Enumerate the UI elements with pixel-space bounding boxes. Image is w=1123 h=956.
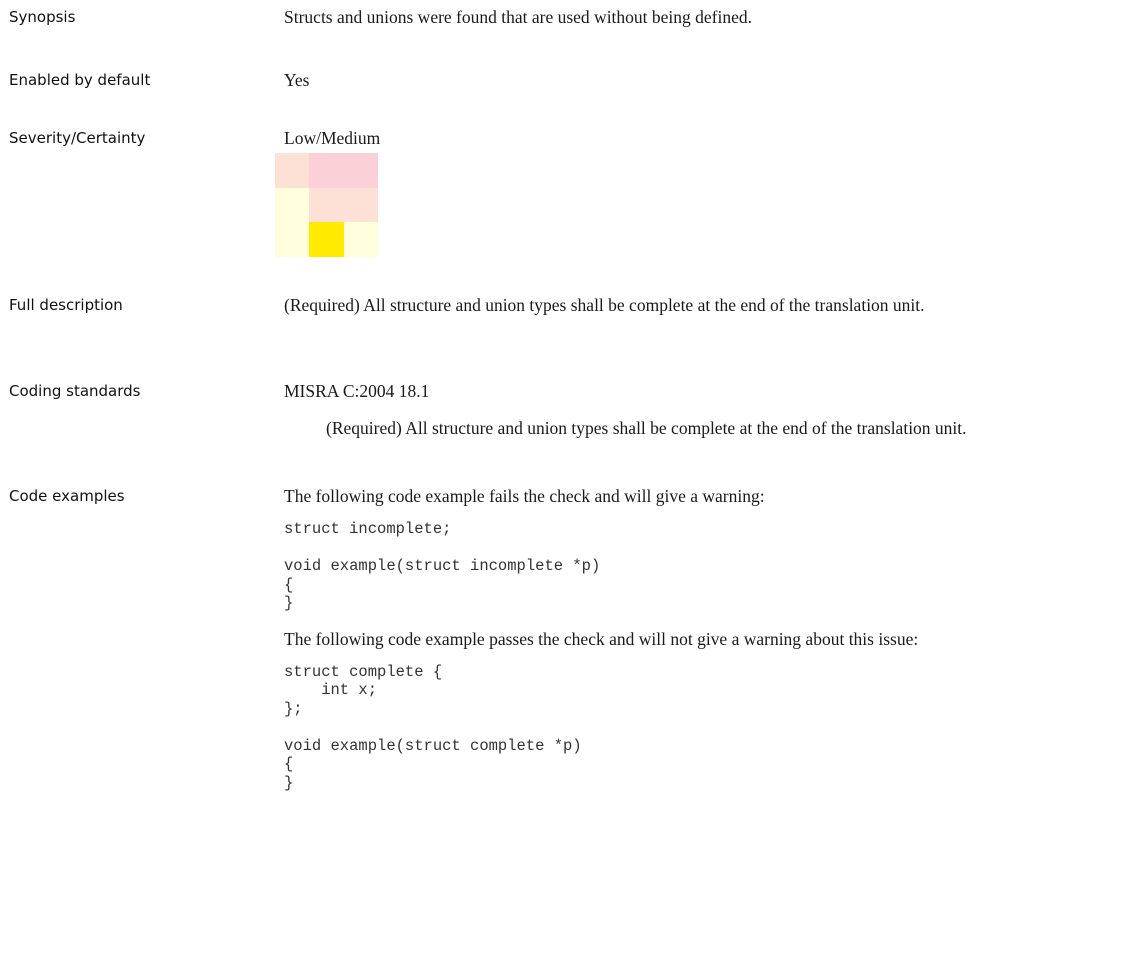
coding-standards-content: MISRA C:2004 18.1 (Required) All structu… xyxy=(284,380,1123,440)
severity-label: Severity/Certainty xyxy=(9,129,146,147)
synopsis-text: Structs and unions were found that are u… xyxy=(284,7,753,27)
synopsis-label: Synopsis xyxy=(9,8,76,26)
pass-example-intro: The following code example passes the ch… xyxy=(284,628,919,649)
pass-code-block: struct complete { int x; }; void example… xyxy=(284,662,582,792)
matrix-cell xyxy=(344,222,378,257)
coding-standards-label: Coding standards xyxy=(9,382,141,400)
code-examples-content: The following code example fails the che… xyxy=(284,485,1123,792)
full-description-label: Full description xyxy=(9,296,123,314)
matrix-cell xyxy=(275,222,309,257)
matrix-cell xyxy=(309,153,344,188)
coding-standard-rule: (Required) All structure and union types… xyxy=(326,418,967,438)
code-examples-label: Code examples xyxy=(9,487,125,505)
fail-example-intro: The following code example fails the che… xyxy=(284,486,765,506)
fail-code-block: struct incomplete; void example(struct i… xyxy=(284,520,601,612)
coding-standard-name: MISRA C:2004 18.1 xyxy=(284,381,430,401)
enabled-label: Enabled by default xyxy=(9,71,151,89)
matrix-cell-highlight xyxy=(309,222,344,257)
rule-page: Synopsis Structs and unions were found t… xyxy=(0,0,1123,956)
matrix-cell xyxy=(275,188,309,222)
matrix-cell xyxy=(344,153,378,188)
matrix-cell xyxy=(275,153,309,188)
severity-value: Low/Medium xyxy=(284,128,381,148)
severity-certainty-matrix xyxy=(275,153,378,257)
matrix-cell xyxy=(309,188,344,222)
full-description-text: (Required) All structure and union types… xyxy=(284,295,925,315)
enabled-value: Yes xyxy=(284,70,310,90)
matrix-cell xyxy=(344,188,378,222)
